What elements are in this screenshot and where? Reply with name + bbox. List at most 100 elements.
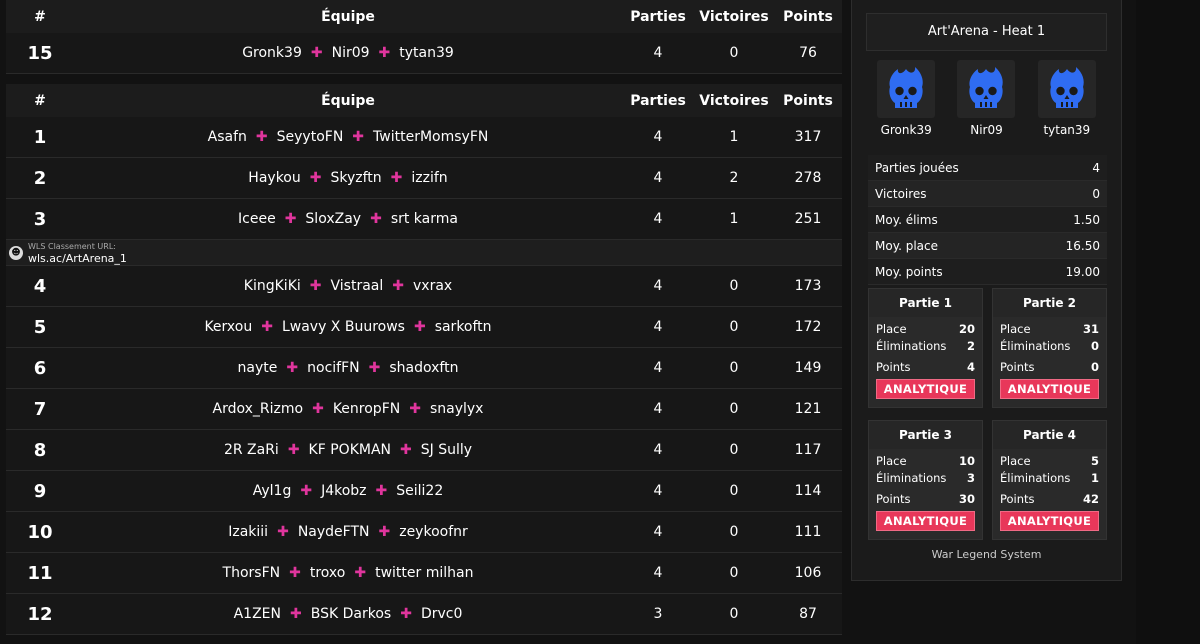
table-row[interactable]: 4 KingKiKi ✚ Vistraal ✚ vxrax 4 0 173 xyxy=(6,266,842,307)
table-row[interactable]: 2 Haykou ✚ Skyzftn ✚ izzifn 4 2 278 xyxy=(6,158,842,199)
row-rank: 6 xyxy=(33,357,47,379)
analytics-button[interactable]: ANALYTIQUE xyxy=(876,511,975,531)
header-rank: # xyxy=(34,92,46,109)
table-row[interactable]: 15 Gronk39 ✚ Nir09 ✚ tytan39 4 0 76 xyxy=(6,33,842,74)
row-games: 4 xyxy=(653,45,663,61)
analytics-button[interactable]: ANALYTIQUE xyxy=(1000,379,1099,399)
row-points: 106 xyxy=(794,565,822,581)
player-name[interactable]: KingKiKi xyxy=(244,278,301,294)
player-name[interactable]: SeyytoFN xyxy=(277,129,344,145)
player-name[interactable]: Izakiii xyxy=(228,524,268,540)
row-team: 2R ZaRi ✚ KF POKMAN ✚ SJ Sully xyxy=(74,442,622,458)
player-name[interactable]: KF POKMAN xyxy=(309,442,391,458)
player-name[interactable]: Drvc0 xyxy=(421,606,462,622)
row-wins: 0 xyxy=(729,401,739,417)
player-name[interactable]: SloxZay xyxy=(305,211,361,227)
player-name[interactable]: srt karma xyxy=(391,211,458,227)
table-row[interactable]: 10 Izakiii ✚ NaydeFTN ✚ zeykoofnr 4 0 111 xyxy=(6,512,842,553)
table-row[interactable]: 12 A1ZEN ✚ BSK Darkos ✚ Drvc0 3 0 87 xyxy=(6,594,842,635)
player-name[interactable]: A1ZEN xyxy=(234,606,281,622)
url-value[interactable]: wls.ac/ArtArena_1 xyxy=(28,252,127,265)
plus-icon: ✚ xyxy=(286,360,299,376)
player-name[interactable]: Ardox_Rizmo xyxy=(213,401,304,417)
player-card[interactable]: Nir09 xyxy=(946,60,1026,137)
player-card[interactable]: Gronk39 xyxy=(866,60,946,137)
row-games: 4 xyxy=(653,565,663,581)
player-name[interactable]: Lwavy X Buurows xyxy=(282,319,405,335)
player-name[interactable]: vxrax xyxy=(413,278,452,294)
row-rank: 15 xyxy=(27,42,53,64)
player-name[interactable]: Seili22 xyxy=(396,483,443,499)
player-name[interactable]: ThorsFN xyxy=(223,565,281,581)
plus-icon: ✚ xyxy=(277,524,289,540)
player-name[interactable]: 2R ZaRi xyxy=(224,442,279,458)
row-games: 3 xyxy=(653,606,663,622)
player-name[interactable]: TwitterMomsyFN xyxy=(373,129,488,145)
place-value: 31 xyxy=(1082,322,1099,336)
plus-icon: ✚ xyxy=(255,129,268,145)
table-row[interactable]: 5 Kerxou ✚ Lwavy X Buurows ✚ sarkoftn 4 0 172 xyxy=(6,307,842,348)
table-row[interactable]: 8 2R ZaRi ✚ KF POKMAN ✚ SJ Sully 4 0 117 xyxy=(6,430,842,471)
player-name[interactable]: BSK Darkos xyxy=(311,606,391,622)
place-value: 20 xyxy=(958,322,975,336)
player-name[interactable]: nocifFN xyxy=(307,360,359,376)
classement-url-bar[interactable]: ☻ WLS Classement URL: wls.ac/ArtArena_1 xyxy=(6,240,842,266)
player-name[interactable]: sarkoftn xyxy=(435,319,492,335)
player-name[interactable]: NaydeFTN xyxy=(298,524,370,540)
plus-icon: ✚ xyxy=(413,319,426,335)
player-name[interactable]: Ayl1g xyxy=(253,483,292,499)
game-points: Points 0 xyxy=(993,359,1106,376)
elims-label: Éliminations xyxy=(1000,339,1071,353)
table-row[interactable]: 11 ThorsFN ✚ troxo ✚ twitter milhan 4 0 106 xyxy=(6,553,842,594)
row-wins: 0 xyxy=(729,442,739,458)
player-name[interactable]: zeykoofnr xyxy=(399,524,468,540)
player-name[interactable]: SJ Sully xyxy=(421,442,472,458)
player-name[interactable]: Asafn xyxy=(208,129,247,145)
row-wins: 0 xyxy=(729,45,739,61)
player-name[interactable]: Vistraal xyxy=(331,278,384,294)
header-team: Équipe xyxy=(321,8,375,25)
player-name[interactable]: KenropFN xyxy=(333,401,400,417)
analytics-button[interactable]: ANALYTIQUE xyxy=(876,379,975,399)
player-name[interactable]: Kerxou xyxy=(204,319,252,335)
row-rank: 5 xyxy=(33,316,47,338)
analytics-button[interactable]: ANALYTIQUE xyxy=(1000,511,1099,531)
stat-value: 4 xyxy=(1092,160,1100,175)
plus-icon: ✚ xyxy=(375,483,388,499)
plus-icon: ✚ xyxy=(400,442,412,458)
plus-icon: ✚ xyxy=(390,170,403,186)
plus-icon: ✚ xyxy=(368,360,381,376)
game-card: Partie 2 Place 31 Éliminations 0 Points 0 A… xyxy=(992,288,1107,408)
player-name[interactable]: nayte xyxy=(238,360,278,376)
player-name[interactable]: Gronk39 xyxy=(242,45,302,61)
player-name[interactable]: shadoxftn xyxy=(389,360,458,376)
table-row[interactable]: 7 Ardox_Rizmo ✚ KenropFN ✚ snaylyx 4 0 121 xyxy=(6,389,842,430)
player-name[interactable]: Haykou xyxy=(248,170,300,186)
table-row[interactable]: 6 nayte ✚ nocifFN ✚ shadoxftn 4 0 149 xyxy=(6,348,842,389)
player-name[interactable]: izzifn xyxy=(411,170,447,186)
player-name[interactable]: tytan39 xyxy=(399,45,454,61)
points-label: Points xyxy=(1000,360,1035,374)
heat-title: Art'Arena - Heat 1 xyxy=(866,13,1107,51)
table-row[interactable]: 9 Ayl1g ✚ J4kobz ✚ Seili22 4 0 114 xyxy=(6,471,842,512)
player-name[interactable]: Nir09 xyxy=(332,45,370,61)
plus-icon: ✚ xyxy=(300,483,313,499)
elims-label: Éliminations xyxy=(876,339,947,353)
player-name[interactable]: J4kobz xyxy=(321,483,366,499)
points-value: 42 xyxy=(1082,492,1099,506)
stat-row: Parties jouées 4 xyxy=(868,155,1107,181)
player-name[interactable]: troxo xyxy=(310,565,346,581)
row-rank: 7 xyxy=(33,398,47,420)
flame-skull-icon xyxy=(877,60,936,118)
game-elims: Éliminations 3 xyxy=(869,470,982,487)
table-row[interactable]: 1 Asafn ✚ SeyytoFN ✚ TwitterMomsyFN 4 1 317 xyxy=(6,117,842,158)
player-name[interactable]: Iceee xyxy=(238,211,276,227)
player-card[interactable]: tytan39 xyxy=(1027,60,1107,137)
player-name[interactable]: twitter milhan xyxy=(375,565,473,581)
table-row[interactable]: 3 Iceee ✚ SloxZay ✚ srt karma 4 1 251 xyxy=(6,199,842,240)
row-games: 4 xyxy=(653,401,663,417)
player-name[interactable]: snaylyx xyxy=(430,401,484,417)
player-name[interactable]: Skyzftn xyxy=(330,170,381,186)
plus-icon: ✚ xyxy=(370,211,382,227)
plus-icon: ✚ xyxy=(354,565,367,581)
